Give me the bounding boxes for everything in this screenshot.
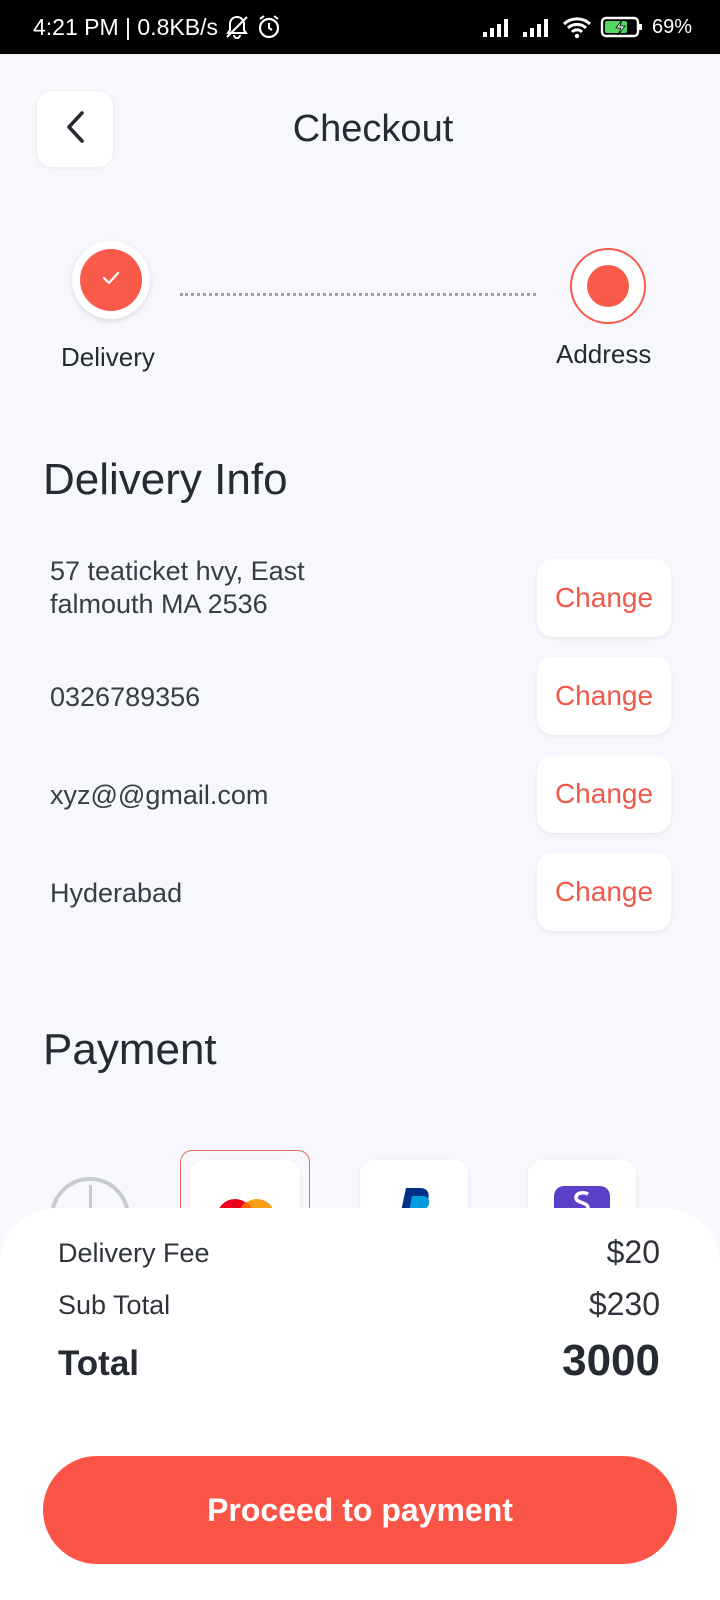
battery-percentage: 69% xyxy=(651,15,692,38)
step-label-address: Address xyxy=(556,339,652,369)
stepper-connector xyxy=(180,293,536,296)
sub-total-value: $230 xyxy=(588,1286,660,1322)
mute-bell-icon xyxy=(224,14,250,40)
page-title: Checkout xyxy=(292,108,454,150)
alarm-icon xyxy=(256,14,282,40)
email-text: xyz@@gmail.com xyxy=(50,780,269,810)
status-bar: 4:21 PM | 0.8KB/s 69% xyxy=(0,0,720,54)
signal-icon xyxy=(482,16,514,38)
change-phone-button[interactable]: Change xyxy=(537,657,671,735)
change-address-button[interactable]: Change xyxy=(537,559,671,637)
step-delivery-indicator xyxy=(72,241,150,319)
delivery-fee-label: Delivery Fee xyxy=(58,1238,210,1268)
phone-text: 0326789356 xyxy=(50,682,201,712)
wifi-icon xyxy=(562,15,592,39)
payment-heading: Payment xyxy=(43,1025,217,1074)
change-city-button[interactable]: Change xyxy=(537,853,671,931)
check-icon xyxy=(101,270,121,291)
address-text: 57 teaticket hvy, East falmouth MA 2536 xyxy=(50,556,305,619)
step-address-indicator xyxy=(570,248,646,324)
signal-icon xyxy=(522,16,554,38)
battery-charging-icon xyxy=(600,15,644,39)
step-label-delivery: Delivery xyxy=(61,342,155,372)
delivery-fee-value: $20 xyxy=(606,1234,660,1270)
total-value: 3000 xyxy=(562,1336,660,1385)
total-label: Total xyxy=(58,1344,140,1383)
delivery-info-heading: Delivery Info xyxy=(43,455,288,504)
city-text: Hyderabad xyxy=(50,878,183,908)
status-time: 4:21 PM | 0.8KB/s xyxy=(33,13,218,40)
proceed-to-payment-button[interactable]: Proceed to payment xyxy=(43,1456,677,1564)
change-email-button[interactable]: Change xyxy=(537,755,671,833)
sub-total-label: Sub Total xyxy=(58,1290,171,1320)
